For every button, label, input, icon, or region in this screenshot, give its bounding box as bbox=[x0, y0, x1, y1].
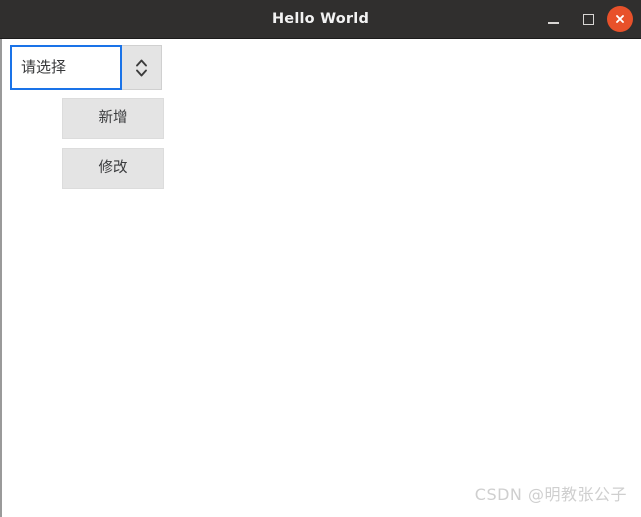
maximize-button[interactable] bbox=[576, 7, 601, 32]
edit-button[interactable]: 修改 bbox=[62, 148, 164, 189]
add-button-label: 新增 bbox=[98, 110, 128, 127]
application-window: Hello World 请选择 新增 修改 CSDN @明教张公子 bbox=[0, 0, 641, 517]
minimize-icon bbox=[548, 22, 559, 24]
combobox-text-field[interactable]: 请选择 bbox=[10, 45, 122, 90]
minimize-button[interactable] bbox=[541, 7, 566, 32]
title-bar[interactable]: Hello World bbox=[0, 0, 641, 39]
combobox-spinner-button[interactable] bbox=[122, 45, 162, 90]
add-button[interactable]: 新增 bbox=[62, 98, 164, 139]
selection-combobox[interactable]: 请选择 bbox=[10, 45, 162, 90]
client-area: 请选择 新增 修改 CSDN @明教张公子 bbox=[0, 39, 641, 517]
maximize-icon bbox=[583, 14, 594, 25]
watermark-text: CSDN @明教张公子 bbox=[474, 485, 627, 504]
combobox-value: 请选择 bbox=[21, 58, 67, 76]
up-down-chevron-icon bbox=[134, 56, 149, 80]
close-button[interactable] bbox=[607, 6, 633, 32]
edit-button-label: 修改 bbox=[98, 160, 128, 177]
close-icon bbox=[614, 13, 626, 25]
